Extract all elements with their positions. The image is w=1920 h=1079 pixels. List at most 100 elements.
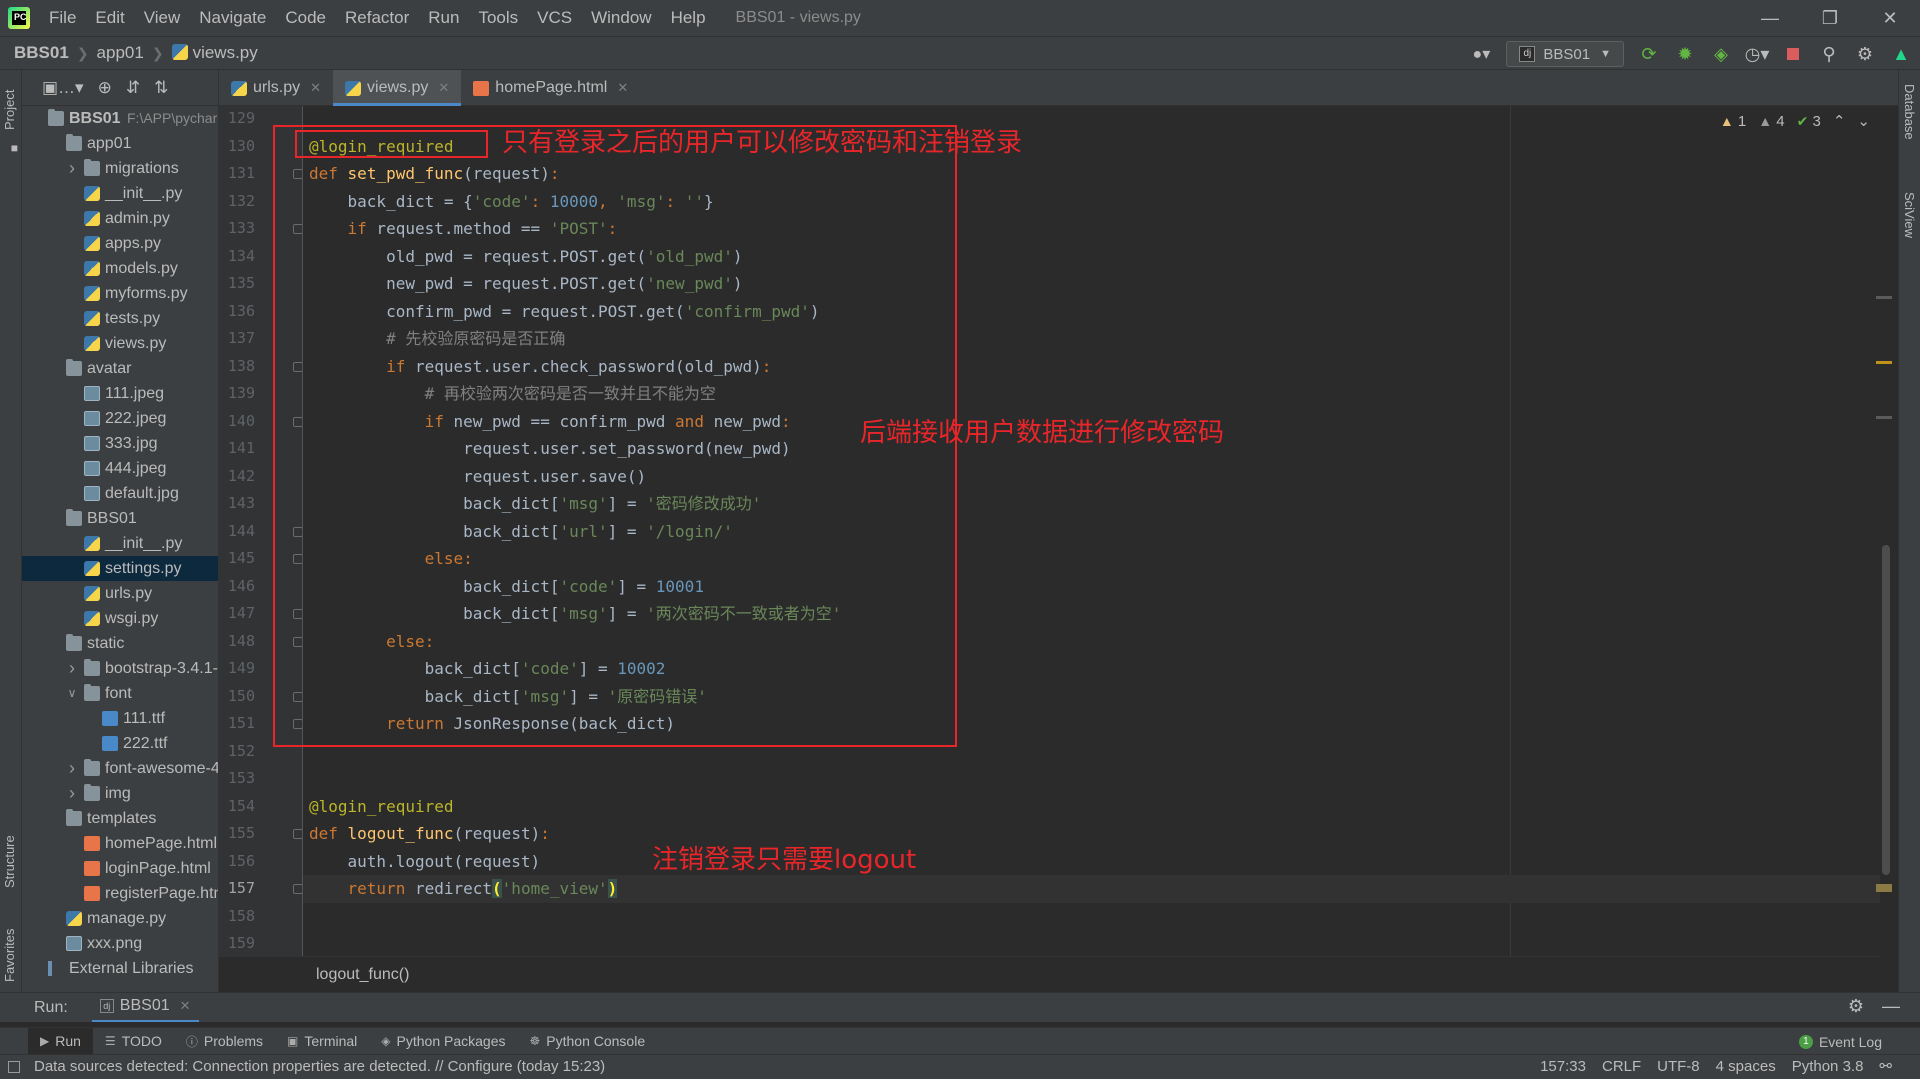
tool-window-todo[interactable]: ☰ TODO <box>93 1028 174 1055</box>
close-icon[interactable]: ✕ <box>617 80 628 96</box>
fold-icon[interactable] <box>293 829 302 839</box>
tree-item[interactable]: BBS01 <box>22 506 218 531</box>
tree-item[interactable]: ∨ font <box>22 681 218 706</box>
tree-item[interactable]: wsgi.py <box>22 606 218 631</box>
menu-run[interactable]: Run <box>419 0 469 36</box>
line-number[interactable]: 157 <box>219 875 255 903</box>
line-number[interactable]: 133 <box>219 215 255 243</box>
line-number[interactable]: 154 <box>219 793 255 821</box>
status-message[interactable]: Data sources detected: Connection proper… <box>34 1055 605 1079</box>
tree-item[interactable]: app01 <box>22 131 218 156</box>
error-stripe-marker[interactable] <box>1876 884 1892 892</box>
rerun-icon[interactable]: ⟳ <box>1638 43 1660 65</box>
favorites-tool-button[interactable]: Favorites <box>2 929 17 982</box>
menu-file[interactable]: File <box>40 0 86 36</box>
profile-icon[interactable]: ◷▾ <box>1745 43 1770 65</box>
line-number[interactable]: 153 <box>219 765 255 793</box>
line-number[interactable]: 137 <box>219 325 255 353</box>
tree-item[interactable]: settings.py <box>22 556 218 581</box>
editor-scrollbar-thumb[interactable] <box>1882 545 1890 875</box>
tree-item[interactable]: 333.jpg <box>22 431 218 456</box>
run-tab[interactable]: dj BBS01 ✕ <box>91 993 199 1023</box>
line-separator[interactable]: CRLF <box>1602 1055 1641 1079</box>
user-icon[interactable]: ●▾ <box>1470 43 1492 65</box>
menu-view[interactable]: View <box>135 0 191 36</box>
tree-item[interactable]: avatar <box>22 356 218 381</box>
tree-item[interactable]: registerPage.html <box>22 881 218 906</box>
line-number[interactable]: 145 <box>219 545 255 573</box>
view-options-icon[interactable]: ▣…▾ <box>42 78 84 98</box>
tool-window-python-packages[interactable]: ◈ Python Packages <box>369 1028 517 1055</box>
expand-all-icon[interactable]: ⇵ <box>126 78 140 98</box>
line-number[interactable]: 141 <box>219 435 255 463</box>
tree-item[interactable]: loginPage.html <box>22 856 218 881</box>
tree-item[interactable]: admin.py <box>22 206 218 231</box>
fold-icon[interactable] <box>293 884 302 894</box>
database-tool-button[interactable]: Database <box>1902 84 1917 140</box>
file-encoding[interactable]: UTF-8 <box>1657 1055 1700 1079</box>
line-number[interactable]: 132 <box>219 188 255 216</box>
tree-item[interactable]: views.py <box>22 331 218 356</box>
chevron-right-icon[interactable]: › <box>66 781 78 806</box>
debug-icon[interactable]: ✹ <box>1674 43 1696 65</box>
tree-item[interactable]: 222.ttf <box>22 731 218 756</box>
jetbrains-toolbox-icon[interactable]: ▲ <box>1890 43 1912 65</box>
line-number[interactable]: 140 <box>219 408 255 436</box>
line-number[interactable]: 129 <box>219 106 255 133</box>
close-icon[interactable]: ✕ <box>438 80 449 96</box>
tree-item[interactable]: tests.py <box>22 306 218 331</box>
line-number[interactable]: 144 <box>219 518 255 546</box>
line-number[interactable]: 134 <box>219 243 255 271</box>
tree-item[interactable]: apps.py <box>22 231 218 256</box>
toggle-tool-windows-icon[interactable] <box>8 1061 20 1073</box>
inspection-widget[interactable]: ▲ 1 ▲ 4 ✔ 3 ⌃ ⌄ <box>1720 112 1870 131</box>
tool-window-run[interactable]: ▶ Run <box>28 1027 93 1055</box>
menu-refactor[interactable]: Refactor <box>336 0 419 36</box>
tree-item[interactable]: 111.ttf <box>22 706 218 731</box>
menu-navigate[interactable]: Navigate <box>190 0 276 36</box>
chevron-down-icon[interactable]: ⌄ <box>1857 112 1870 130</box>
weak-warning-count[interactable]: ▲ 4 <box>1758 113 1784 130</box>
sciview-tool-button[interactable]: SciView <box>1902 192 1917 238</box>
gear-icon[interactable]: ⚙ <box>1848 996 1864 1017</box>
tool-window-python-console[interactable]: ☸ Python Console <box>518 1028 658 1055</box>
line-number[interactable]: 131 <box>219 160 255 188</box>
line-number[interactable]: 139 <box>219 380 255 408</box>
code-line[interactable]: def logout_func(request): <box>309 820 550 848</box>
crumb-app[interactable]: app01 <box>97 43 144 63</box>
gear-icon[interactable]: ⚙ <box>1854 43 1876 65</box>
line-number[interactable]: 148 <box>219 628 255 656</box>
tree-item[interactable]: › font-awesome-4.7. <box>22 756 218 781</box>
line-number[interactable]: 151 <box>219 710 255 738</box>
error-stripe-marker[interactable] <box>1876 296 1892 299</box>
tool-window-problems[interactable]: ⓘ Problems <box>174 1028 275 1055</box>
line-number[interactable]: 150 <box>219 683 255 711</box>
tree-item[interactable]: models.py <box>22 256 218 281</box>
code-line[interactable]: return redirect('home_view') <box>309 875 618 903</box>
tab-views-py[interactable]: views.py ✕ <box>333 70 462 106</box>
tab-urls-py[interactable]: urls.py ✕ <box>219 70 333 106</box>
tab-homepage-html[interactable]: homePage.html ✕ <box>461 70 640 106</box>
project-tool-button[interactable]: Project <box>2 90 17 130</box>
chevron-down-icon[interactable]: ∨ <box>66 681 78 706</box>
collapse-all-icon[interactable]: ⇅ <box>154 78 168 98</box>
tree-item[interactable]: urls.py <box>22 581 218 606</box>
tree-item[interactable]: myforms.py <box>22 281 218 306</box>
close-icon[interactable]: ✕ <box>310 80 321 96</box>
tree-item[interactable]: 222.jpeg <box>22 406 218 431</box>
menu-tools[interactable]: Tools <box>469 0 528 36</box>
caret-position[interactable]: 157:33 <box>1540 1055 1586 1079</box>
line-number[interactable]: 135 <box>219 270 255 298</box>
tree-item[interactable]: __init__.py <box>22 181 218 206</box>
search-icon[interactable]: ⚲ <box>1818 43 1840 65</box>
tree-item[interactable]: xxx.png <box>22 931 218 956</box>
line-number[interactable]: 159 <box>219 930 255 956</box>
tree-item[interactable]: templates <box>22 806 218 831</box>
python-interpreter[interactable]: Python 3.8 <box>1792 1055 1864 1079</box>
chevron-right-icon[interactable]: › <box>66 656 78 681</box>
minimize-icon[interactable]: — <box>1740 0 1800 36</box>
menu-vcs[interactable]: VCS <box>528 0 582 36</box>
tree-item[interactable]: › img <box>22 781 218 806</box>
code-line[interactable]: auth.logout(request) <box>309 848 541 876</box>
tool-window-terminal[interactable]: ▣ Terminal <box>275 1028 369 1055</box>
